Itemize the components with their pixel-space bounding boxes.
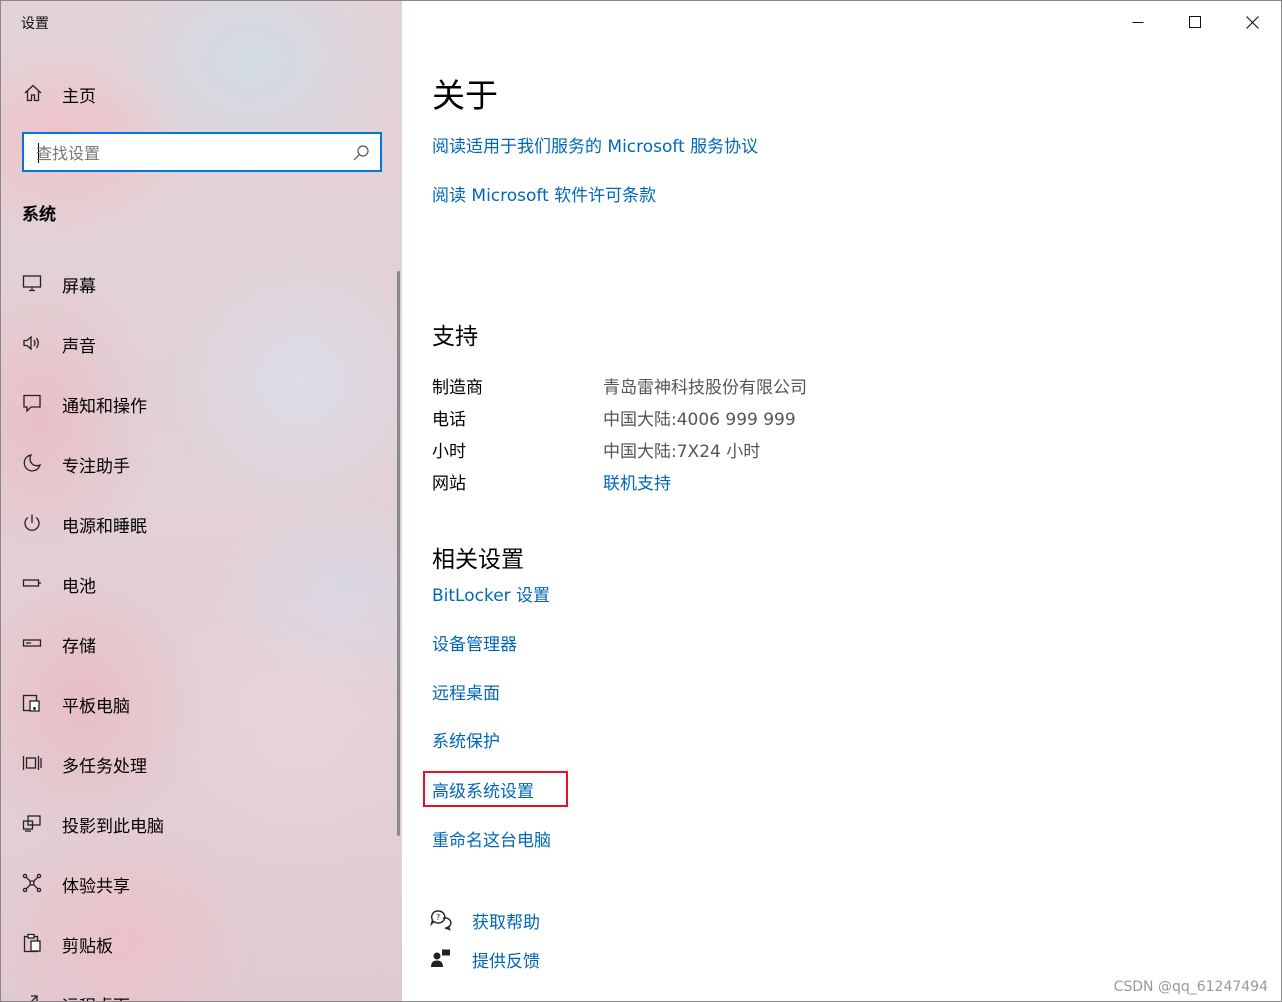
storage-icon <box>22 633 42 653</box>
sidebar-item-label: 平板电脑 <box>62 697 130 717</box>
window-title: 设置 <box>21 16 49 32</box>
sidebar-item-storage[interactable]: 存储 <box>1 613 399 673</box>
feedback-icon <box>430 948 452 970</box>
sidebar-nav: 屏幕 声音 通知和操作 专注助手 电源和睡眠 电池 存储 平板电脑 多任务处理 … <box>1 253 399 1001</box>
support-key: 制造商 <box>432 378 483 398</box>
support-row-phone: 电话 中国大陆:4006 999 999 <box>432 405 932 433</box>
sidebar-item-focus-assist[interactable]: 专注助手 <box>1 433 399 493</box>
sidebar-item-project[interactable]: 投影到此电脑 <box>1 793 399 853</box>
remote-icon <box>22 993 42 1001</box>
link-microsoft-license-terms[interactable]: 阅读 Microsoft 软件许可条款 <box>432 181 656 206</box>
link-advanced-system-settings[interactable]: 高级系统设置 <box>432 777 534 802</box>
support-row-hours: 小时 中国大陆:7X24 小时 <box>432 437 932 465</box>
minimize-button[interactable] <box>1115 1 1161 43</box>
link-device-manager[interactable]: 设备管理器 <box>432 630 517 655</box>
support-value: 中国大陆:4006 999 999 <box>603 410 796 430</box>
related-settings-heading: 相关设置 <box>432 547 524 573</box>
sidebar: 设置 主页 系统 屏幕 <box>1 1 402 1001</box>
sidebar-item-label: 屏幕 <box>62 277 96 297</box>
link-rename-pc[interactable]: 重命名这台电脑 <box>432 826 551 851</box>
sidebar-item-label: 电池 <box>62 577 96 597</box>
sidebar-item-home[interactable]: 主页 <box>1 73 399 113</box>
sidebar-item-label: 远程桌面 <box>62 992 130 1001</box>
link-microsoft-services-agreement[interactable]: 阅读适用于我们服务的 Microsoft 服务协议 <box>432 132 758 157</box>
section-title: 系统 <box>22 205 56 225</box>
svg-text:?: ? <box>436 913 440 922</box>
search-icon[interactable] <box>352 144 370 162</box>
watermark: CSDN @qq_61247494 <box>1113 979 1268 995</box>
feedback-label: 提供反馈 <box>472 952 540 972</box>
sidebar-item-clipboard[interactable]: 剪贴板 <box>1 913 399 973</box>
support-key: 电话 <box>432 410 466 430</box>
sidebar-item-multitasking[interactable]: 多任务处理 <box>1 733 399 793</box>
support-key: 网站 <box>432 474 466 494</box>
sidebar-item-label: 声音 <box>62 337 96 357</box>
sidebar-item-label: 投影到此电脑 <box>62 817 164 837</box>
maximize-button[interactable] <box>1172 1 1218 43</box>
sidebar-item-label: 电源和睡眠 <box>62 517 147 537</box>
content-pane: 关于 阅读适用于我们服务的 Microsoft 服务协议 阅读 Microsof… <box>402 1 1281 1001</box>
support-heading: 支持 <box>432 324 478 350</box>
sidebar-item-label: 多任务处理 <box>62 757 147 777</box>
support-key: 小时 <box>432 442 466 462</box>
sidebar-item-label: 主页 <box>62 87 96 107</box>
sidebar-item-battery[interactable]: 电池 <box>1 553 399 613</box>
sidebar-item-label: 通知和操作 <box>62 397 147 417</box>
clipboard-icon <box>22 933 42 953</box>
settings-window: 设置 主页 系统 屏幕 <box>0 0 1282 1002</box>
sidebar-item-label: 体验共享 <box>62 877 130 897</box>
tablet-icon <box>22 693 42 713</box>
sidebar-item-power-sleep[interactable]: 电源和睡眠 <box>1 493 399 553</box>
maximize-icon <box>1189 16 1201 28</box>
support-row-manufacturer: 制造商 青岛雷神科技股份有限公司 <box>432 373 932 401</box>
support-value: 中国大陆:7X24 小时 <box>603 442 761 462</box>
feedback-link[interactable]: 提供反馈 <box>430 944 730 974</box>
close-button[interactable] <box>1229 1 1275 43</box>
home-icon <box>23 83 43 103</box>
power-icon <box>22 513 42 533</box>
sidebar-item-label: 存储 <box>62 637 96 657</box>
link-online-support[interactable]: 联机支持 <box>603 469 671 494</box>
link-remote-desktop[interactable]: 远程桌面 <box>432 679 500 704</box>
link-bitlocker-settings[interactable]: BitLocker 设置 <box>432 581 550 606</box>
multitask-icon <box>22 753 42 773</box>
sidebar-item-display[interactable]: 屏幕 <box>1 253 399 313</box>
sidebar-item-remote-desktop[interactable]: 远程桌面 <box>1 973 399 1001</box>
moon-icon <box>22 453 42 473</box>
search-input[interactable] <box>36 142 336 164</box>
link-system-protection[interactable]: 系统保护 <box>432 727 500 752</box>
project-icon <box>22 813 42 833</box>
battery-icon <box>22 573 42 593</box>
page-title: 关于 <box>432 76 498 115</box>
display-icon <box>22 273 42 293</box>
sidebar-item-tablet[interactable]: 平板电脑 <box>1 673 399 733</box>
search-box[interactable] <box>22 132 382 172</box>
get-help-label: 获取帮助 <box>472 913 540 933</box>
share-icon <box>22 873 42 893</box>
minimize-icon <box>1132 22 1144 23</box>
notification-icon <box>22 393 42 413</box>
close-icon <box>1245 15 1259 29</box>
sidebar-scrollbar[interactable] <box>397 271 400 836</box>
sidebar-item-shared-experiences[interactable]: 体验共享 <box>1 853 399 913</box>
sidebar-item-label: 剪贴板 <box>62 937 113 957</box>
sidebar-item-sound[interactable]: 声音 <box>1 313 399 373</box>
support-value: 青岛雷神科技股份有限公司 <box>603 378 807 398</box>
support-row-website: 网站 联机支持 <box>432 469 932 497</box>
speaker-icon <box>22 333 42 353</box>
sidebar-item-label: 专注助手 <box>62 457 130 477</box>
sidebar-item-notifications[interactable]: 通知和操作 <box>1 373 399 433</box>
help-chat-icon: ? <box>430 909 452 931</box>
get-help-link[interactable]: ? 获取帮助 <box>430 905 730 935</box>
